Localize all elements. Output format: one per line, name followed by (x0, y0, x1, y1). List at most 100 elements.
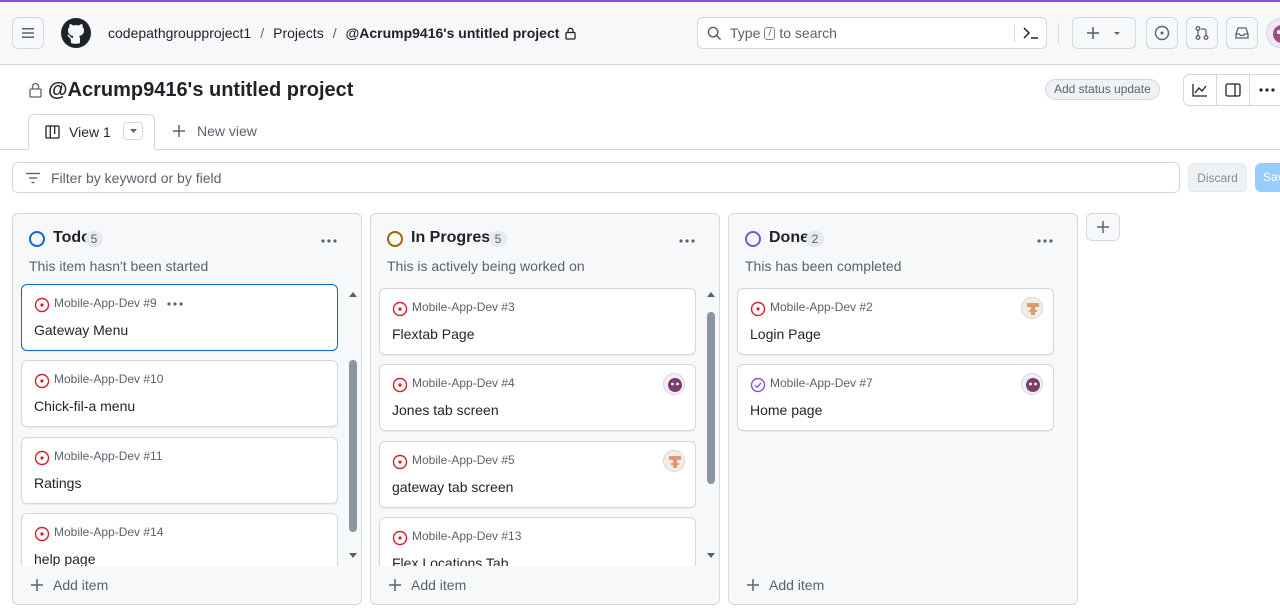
tab-label: View 1 (69, 124, 111, 140)
issue-reference[interactable]: Mobile-App-Dev #11 (54, 449, 163, 463)
issue-title[interactable]: Flex Locations Tab (392, 555, 508, 566)
issue-title[interactable]: Ratings (34, 475, 81, 491)
sidebar-icon (1225, 83, 1241, 97)
issue-card[interactable]: Mobile-App-Dev #13 Flex Locations Tab (379, 517, 696, 566)
command-palette-icon[interactable] (1023, 26, 1039, 40)
card-list-scrollbar[interactable] (707, 290, 715, 562)
open-issue-icon (34, 450, 50, 466)
issue-card[interactable]: Mobile-App-Dev #5 gateway tab screen (379, 441, 696, 508)
open-issue-icon (750, 301, 766, 317)
project-header: @Acrump9416's untitled project Add statu… (0, 66, 1280, 150)
scroll-down-icon[interactable] (349, 552, 357, 560)
issue-title[interactable]: Login Page (750, 326, 821, 342)
scrollbar-thumb[interactable] (349, 360, 357, 532)
issue-title[interactable]: Jones tab screen (392, 402, 499, 418)
issue-reference[interactable]: Mobile-App-Dev #4 (412, 376, 515, 390)
issue-reference[interactable]: Mobile-App-Dev #2 (770, 300, 873, 314)
insights-button[interactable] (1184, 75, 1217, 105)
inbox-button[interactable] (1226, 17, 1258, 49)
search-input[interactable]: Type / to search (697, 17, 1047, 49)
plus-icon (747, 579, 759, 591)
issue-title[interactable]: Chick-fil-a menu (34, 398, 135, 414)
avatar-image-icon (668, 378, 682, 392)
plus-icon (1097, 221, 1109, 233)
issue-reference[interactable]: Mobile-App-Dev #9 (54, 296, 157, 310)
issue-card[interactable]: Mobile-App-Dev #11 Ratings (21, 437, 338, 504)
assignee-avatar[interactable] (663, 450, 685, 472)
card-list-scrollbar[interactable] (349, 290, 357, 562)
add-item-button[interactable]: Add item (747, 577, 824, 593)
scrollbar-thumb[interactable] (707, 312, 715, 484)
page-title[interactable]: @Acrump9416's untitled project (48, 79, 353, 102)
pull-requests-button[interactable] (1186, 17, 1218, 49)
private-lock-icon (29, 82, 42, 98)
side-panel-button[interactable] (1217, 75, 1250, 105)
card-menu-button[interactable] (167, 290, 183, 311)
column-title[interactable]: In Progress (411, 229, 499, 247)
new-view-button[interactable]: New view (173, 123, 257, 139)
tab-view-1[interactable]: View 1 (28, 114, 155, 150)
avatar-image-icon (1027, 303, 1039, 315)
issue-title[interactable]: gateway tab screen (392, 479, 513, 495)
kebab-horizontal-icon (167, 302, 183, 306)
column-description: This is actively being worked on (387, 258, 585, 274)
column-menu-button[interactable] (1037, 226, 1053, 249)
add-item-button[interactable]: Add item (389, 577, 466, 593)
filter-input[interactable]: Filter by keyword or by field (12, 162, 1180, 193)
breadcrumb-separator: / (332, 25, 337, 41)
view-options-button[interactable] (123, 122, 143, 140)
plus-icon (1087, 27, 1099, 39)
issue-reference[interactable]: Mobile-App-Dev #13 (412, 529, 521, 543)
pull-request-icon (1195, 26, 1209, 40)
breadcrumb-project[interactable]: @Acrump9416's untitled project (346, 25, 560, 41)
create-new-button[interactable] (1072, 17, 1136, 49)
issue-reference[interactable]: Mobile-App-Dev #14 (54, 525, 163, 539)
column-menu-button[interactable] (679, 226, 695, 249)
column-count-badge: 5 (85, 231, 103, 247)
breadcrumb-org[interactable]: codepathgroupproject1 (108, 25, 251, 41)
status-circle-icon (387, 231, 403, 247)
breadcrumb-projects[interactable]: Projects (273, 25, 324, 41)
issue-reference[interactable]: Mobile-App-Dev #7 (770, 376, 873, 390)
column-title[interactable]: Done (769, 229, 809, 247)
issue-title[interactable]: Flextab Page (392, 326, 475, 342)
issue-card[interactable]: Mobile-App-Dev #3 Flextab Page (379, 288, 696, 355)
issue-title[interactable]: Home page (750, 402, 822, 418)
add-status-update-button[interactable]: Add status update (1045, 79, 1160, 100)
menu-button[interactable] (12, 17, 44, 49)
hamburger-icon (22, 28, 34, 38)
kebab-horizontal-icon (321, 239, 337, 243)
add-item-button[interactable]: Add item (31, 577, 108, 593)
issue-title[interactable]: Gateway Menu (34, 322, 128, 338)
issue-card[interactable]: Mobile-App-Dev #10 Chick-fil-a menu (21, 360, 338, 427)
project-menu-button[interactable] (1250, 75, 1280, 105)
caret-down-icon (1114, 32, 1120, 35)
issue-card[interactable]: Mobile-App-Dev #4 Jones tab screen (379, 364, 696, 431)
scroll-up-icon[interactable] (707, 290, 715, 298)
assignee-avatar[interactable] (1021, 373, 1043, 395)
scroll-up-icon[interactable] (349, 290, 357, 298)
issue-card[interactable]: Mobile-App-Dev #9 Gateway Menu (21, 284, 338, 351)
issues-button[interactable] (1146, 17, 1178, 49)
issue-title[interactable]: help page (34, 551, 96, 566)
issue-card[interactable]: Mobile-App-Dev #7 Home page (737, 364, 1054, 431)
github-logo-icon[interactable] (60, 17, 92, 49)
column-count-badge: 2 (806, 231, 824, 247)
triangle-down-icon (129, 129, 137, 133)
save-button[interactable]: Save (1255, 163, 1280, 192)
issue-card[interactable]: Mobile-App-Dev #2 Login Page (737, 288, 1054, 355)
scroll-down-icon[interactable] (707, 552, 715, 560)
status-circle-icon (29, 231, 45, 247)
issue-card[interactable]: Mobile-App-Dev #14 help page (21, 513, 338, 566)
board-column-todo: Todo 5 This item hasn't been started Mobile… (12, 213, 362, 605)
discard-button[interactable]: Discard (1188, 163, 1247, 192)
user-avatar[interactable] (1266, 18, 1280, 48)
issue-reference[interactable]: Mobile-App-Dev #3 (412, 300, 515, 314)
assignee-avatar[interactable] (1021, 297, 1043, 319)
assignee-avatar[interactable] (663, 373, 685, 395)
issue-reference[interactable]: Mobile-App-Dev #10 (54, 372, 163, 386)
filter-icon (26, 172, 40, 183)
issue-reference[interactable]: Mobile-App-Dev #5 (412, 453, 515, 467)
add-column-button[interactable] (1086, 213, 1120, 241)
column-menu-button[interactable] (321, 226, 337, 249)
